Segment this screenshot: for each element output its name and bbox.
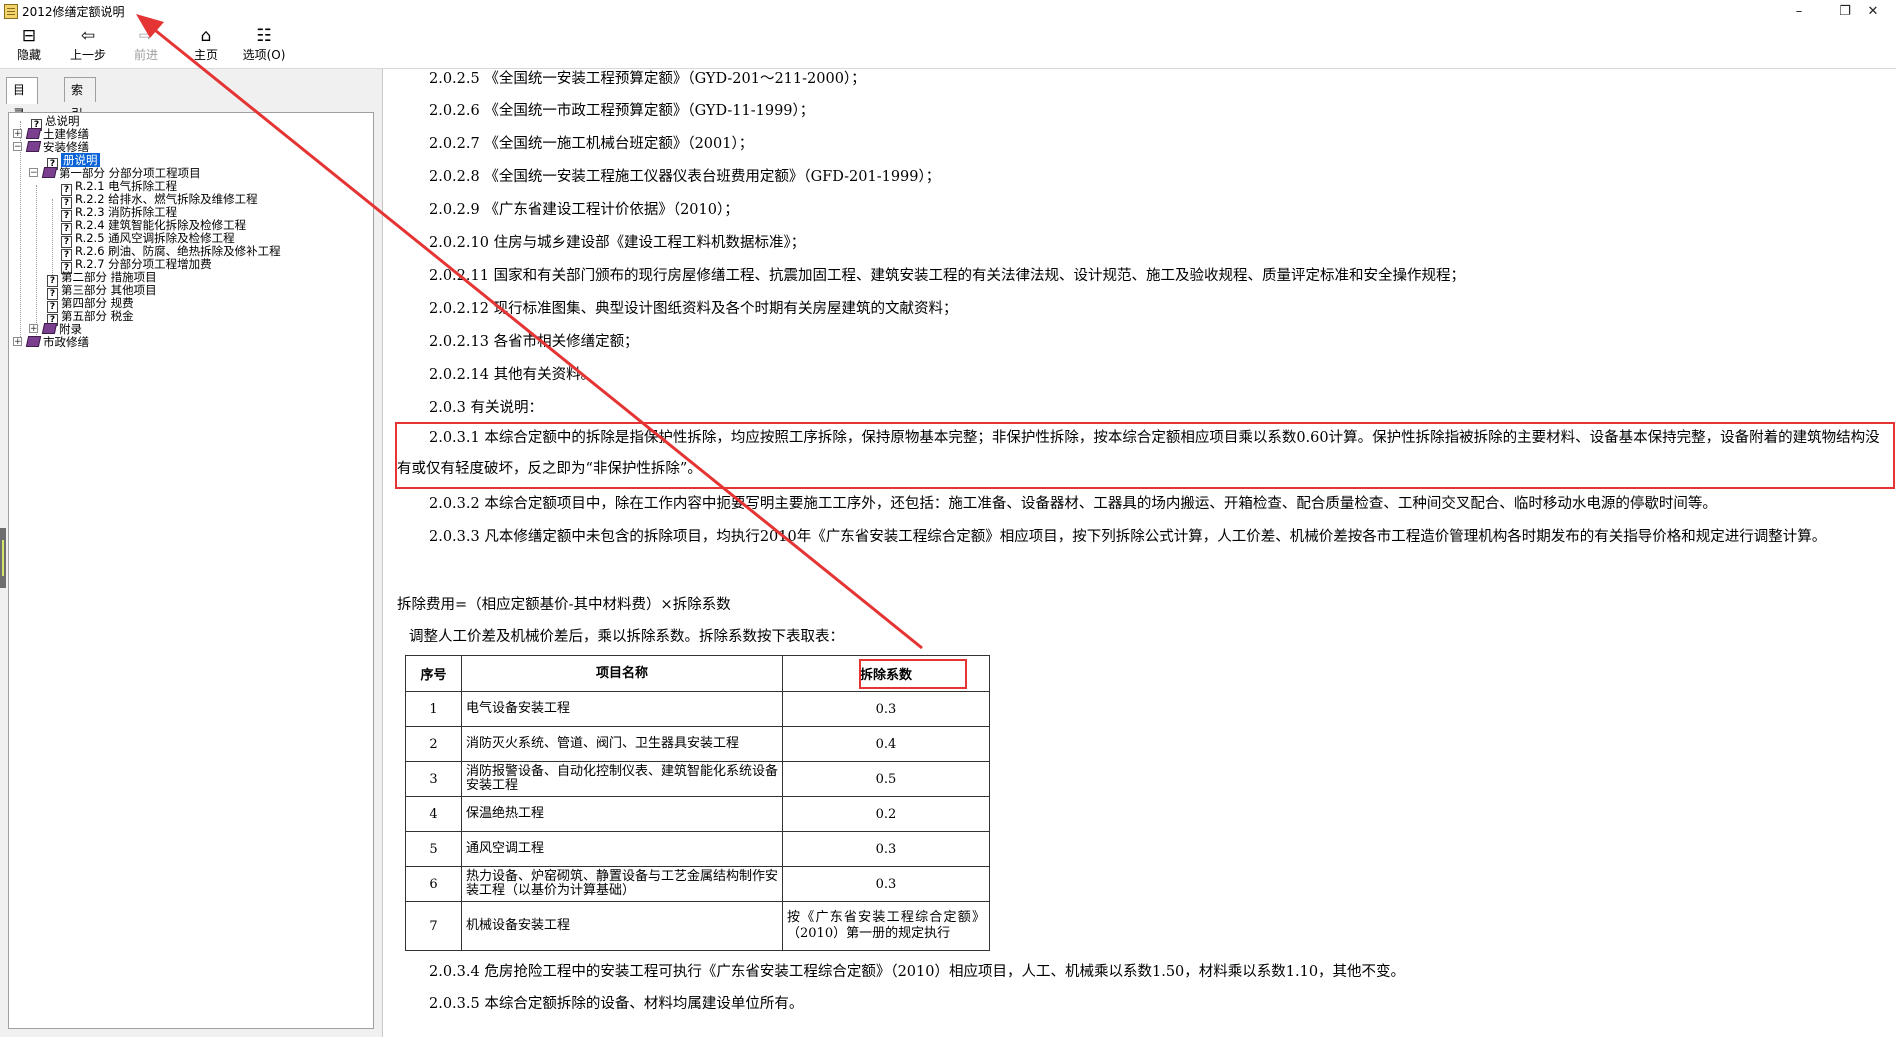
clause-2-0-2-13: 2.0.2.13 各省市相关修缮定额； — [429, 334, 639, 350]
book-icon — [25, 336, 42, 347]
clause-2-0-2-6: 2.0.2.6 《全国统一市政工程预算定额》（GYD-11-1999）； — [429, 103, 815, 119]
coefficient-table: 序号 项目名称 拆除系数 1 电气设备安装工程 0.3 2 消防灭火系统、管道、阀门、… — [405, 655, 990, 951]
clause-2-0-3-3: 2.0.3.3 凡本修缮定额中未包含的拆除项目，均执行2010年《广东省安装工程… — [429, 529, 1827, 545]
expand-toggle[interactable]: + — [13, 129, 22, 139]
help-file-icon — [4, 4, 18, 19]
table-row: 2 消防灭火系统、管道、阀门、卫生器具安装工程 0.4 — [405, 726, 990, 762]
clause-2-0-2-12: 2.0.2.12 现行标准图集、典型设计图纸资料及各个时期有关房屋建筑的文献资料… — [429, 301, 958, 317]
back-arrow-icon: ⇦ — [80, 26, 96, 46]
forward-arrow-icon: ⇨ — [138, 26, 154, 46]
navigation-pane: 目录(C) 索引(N) ?总说明 +土建修缮 −安装修缮 ?册说明 −第一部分 … — [0, 69, 383, 1037]
back-button[interactable]: ⇦ 上一步 — [62, 26, 114, 63]
table-row: 7 机械设备安装工程 按《广东省安装工程综合定额》（2010）第一册的规定执行 — [405, 901, 990, 951]
contents-tree: ? 总说明 + 土建修缮 − 安装修缮 ? 册说明 − 第一部分 分部分项工程项目 ? R.… — [8, 112, 374, 1029]
toolbar: ⊟ 隐藏 ⇦ 上一步 ⇨ 前进 ⌂ 主页 ☷ 选项(O) — [0, 24, 1896, 69]
open-book-icon — [41, 167, 58, 178]
table-intro: 调整人工价差及机械价差后，乘以拆除系数。拆除系数按下表取表： — [409, 629, 844, 645]
tree-connector — [36, 185, 37, 335]
clause-2-0-2-14: 2.0.2.14 其他有关资料。 — [429, 367, 596, 383]
title-bar: 2012修缮定额说明 – ❐ ✕ — [0, 0, 1896, 24]
expand-toggle[interactable]: + — [29, 324, 38, 334]
table-row: 1 电气设备安装工程 0.3 — [405, 691, 990, 727]
highlight-box-clause-2-0-3-1 — [395, 422, 1895, 489]
highlight-box-coefficient-header — [859, 659, 967, 689]
clause-2-0-3-4: 2.0.3.4 危房抢险工程中的安装工程可执行《广东省安装工程综合定额》（201… — [429, 964, 1406, 980]
expand-toggle[interactable]: + — [13, 337, 22, 347]
clause-2-0-3: 2.0.3 有关说明： — [429, 400, 544, 416]
topic-content: 2.0.2.5 《全国统一安装工程预算定额》（GYD-201～211-2000）… — [383, 69, 1896, 1037]
tab-contents[interactable]: 目录(C) — [6, 77, 38, 145]
table-row: 4 保温绝热工程 0.2 — [405, 796, 990, 832]
table-row: 3 消防报警设备、自动化控制仪表、建筑智能化系统设备安装工程 0.5 — [405, 761, 990, 797]
forward-button[interactable]: ⇨ 前进 — [120, 26, 172, 63]
clause-2-0-2-10: 2.0.2.10 住房与城乡建设部《建设工程工料机数据标准》； — [429, 235, 806, 251]
tab-index[interactable]: 索引(N) — [64, 77, 97, 145]
close-button[interactable]: ✕ — [1850, 0, 1896, 24]
clause-2-0-2-8: 2.0.2.8 《全国统一安装工程施工仪器仪表台班费用定额》（GFD-201-1… — [429, 169, 941, 185]
options-button[interactable]: ☷ 选项(O) — [238, 26, 290, 63]
col-header-item: 项目名称 — [461, 655, 783, 692]
table-row: 5 通风空调工程 0.3 — [405, 831, 990, 867]
book-icon — [25, 128, 42, 139]
clause-2-0-3-2: 2.0.3.2 本综合定额项目中，除在工作内容中扼要写明主要施工工序外，还包括：… — [429, 496, 1717, 512]
options-icon: ☷ — [256, 26, 272, 46]
collapse-toggle[interactable]: − — [29, 168, 38, 178]
book-icon — [41, 323, 58, 334]
home-icon: ⌂ — [200, 26, 212, 46]
hide-button[interactable]: ⊟ 隐藏 — [3, 26, 55, 63]
clause-2-0-3-5: 2.0.3.5 本综合定额拆除的设备、材料均属建设单位所有。 — [429, 996, 804, 1012]
clause-2-0-2-7: 2.0.2.7 《全国统一施工机械台班定额》（2001）； — [429, 136, 754, 152]
formula: 拆除费用=（相应定额基价-其中材料费）×拆除系数 — [397, 597, 731, 613]
clause-2-0-2-5: 2.0.2.5 《全国统一安装工程预算定额》（GYD-201～211-2000）… — [429, 71, 866, 87]
clause-2-0-2-11: 2.0.2.11 国家和有关部门颁布的现行房屋修缮工程、抗震加固工程、建筑安装工… — [429, 268, 1466, 284]
side-resize-handle[interactable] — [0, 528, 6, 588]
table-row: 6 热力设备、炉窑砌筑、静置设备与工艺金属结构制作安装工程（以基价为计算基础） 0.… — [405, 866, 990, 902]
col-header-number: 序号 — [405, 655, 462, 692]
tree-item[interactable]: + 市政修缮 — [13, 334, 89, 350]
hide-pane-icon: ⊟ — [21, 26, 37, 46]
open-book-icon — [25, 141, 42, 152]
collapse-toggle[interactable]: − — [13, 142, 22, 152]
clause-2-0-2-9: 2.0.2.9 《广东省建设工程计价依据》（2010）； — [429, 202, 739, 218]
window-title: 2012修缮定额说明 — [22, 5, 125, 19]
home-button[interactable]: ⌂ 主页 — [180, 26, 232, 63]
minimize-button[interactable]: – — [1776, 0, 1822, 24]
